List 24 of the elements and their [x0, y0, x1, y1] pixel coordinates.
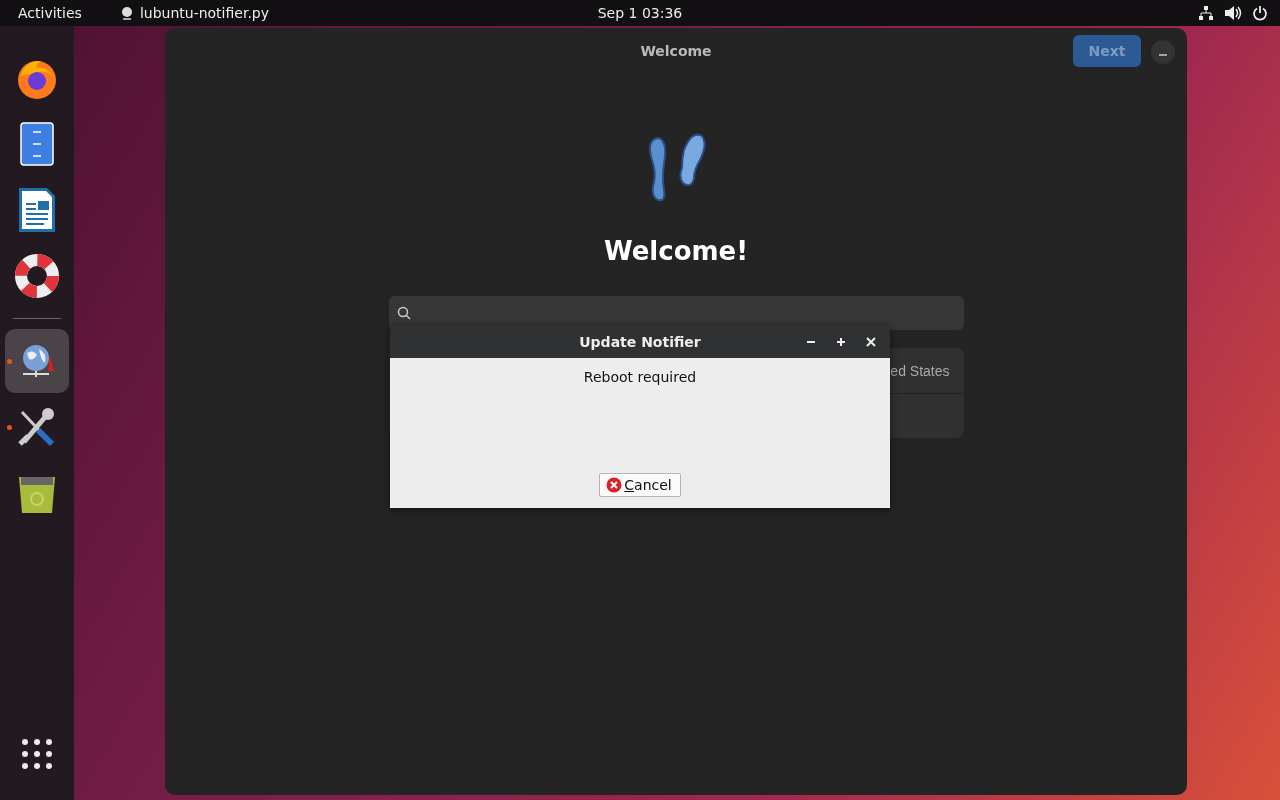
- cancel-icon: [606, 477, 623, 493]
- search-field[interactable]: [388, 296, 964, 330]
- clock[interactable]: Sep 1 03:36: [597, 5, 683, 21]
- power-icon[interactable]: [1252, 5, 1268, 21]
- welcome-heading: Welcome!: [603, 236, 749, 266]
- writer-document-icon: [17, 186, 57, 234]
- document-icon: [19, 122, 55, 166]
- dialog-message: Reboot required: [583, 369, 697, 385]
- dialog-title: Update Notifier: [579, 333, 701, 350]
- network-icon[interactable]: [1198, 5, 1214, 21]
- dock-item[interactable]: [5, 329, 69, 393]
- volume-icon[interactable]: [1224, 5, 1242, 21]
- close-icon: [866, 337, 876, 347]
- minimize-icon: [1159, 54, 1167, 56]
- app-name[interactable]: lubuntu-notifier.py: [139, 5, 270, 21]
- app-indicator-icon: [119, 6, 134, 20]
- minimize-button[interactable]: [1151, 40, 1175, 64]
- window-title: Welcome: [640, 43, 712, 59]
- plus-icon: [836, 337, 846, 347]
- search-icon: [396, 306, 411, 320]
- lifebuoy-icon: [14, 253, 60, 299]
- activities-button[interactable]: Activities: [0, 5, 100, 21]
- app-grid-icon: [21, 738, 53, 770]
- cancel-button[interactable]: Cancel: [599, 473, 681, 497]
